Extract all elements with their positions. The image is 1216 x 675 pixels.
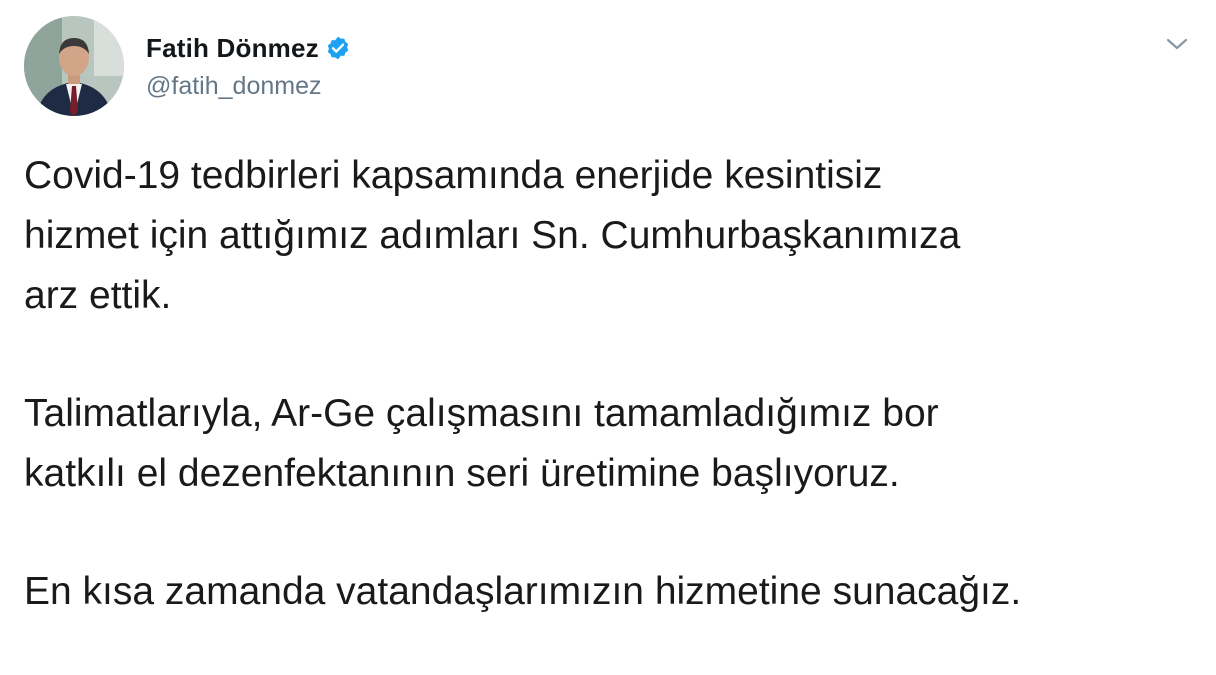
tweet-paragraph: Covid-19 tedbirleri kapsamında enerjide … (24, 154, 961, 317)
tweet-paragraph: Talimatlarıyla, Ar-Ge çalışmasını tamaml… (24, 392, 939, 495)
author-name[interactable]: Fatih Dönmez (146, 33, 319, 64)
verified-badge-icon (325, 35, 351, 61)
avatar[interactable] (24, 16, 124, 116)
author-name-row: Fatih Dönmez (146, 30, 351, 66)
tweet-text: Covid-19 tedbirleri kapsamında enerjide … (24, 146, 1194, 622)
tweet-paragraph: En kısa zamanda vatandaşlarımızın hizmet… (24, 570, 1022, 613)
tweet-header: Fatih Dönmez @fatih_donmez (24, 16, 1192, 120)
author-handle[interactable]: @fatih_donmez (146, 72, 321, 101)
chevron-down-icon[interactable] (1162, 32, 1192, 56)
